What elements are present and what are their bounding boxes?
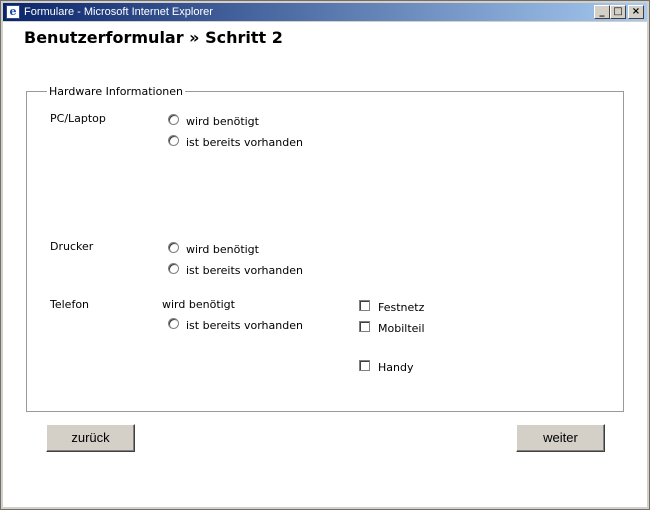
pc-existing-label[interactable]: ist bereits vorhanden (186, 136, 303, 149)
page-content: Benutzerformular » Schritt 2 Hardware In… (3, 22, 647, 507)
drucker-existing-label[interactable]: ist bereits vorhanden (186, 264, 303, 277)
telefon-needed-label: wird benötigt (162, 298, 235, 311)
festnetz-label[interactable]: Festnetz (378, 301, 424, 314)
next-button[interactable]: weiter (516, 424, 605, 452)
pc-needed-radio[interactable] (168, 114, 179, 125)
handy-checkbox[interactable] (359, 360, 370, 371)
pc-existing-radio[interactable] (168, 135, 179, 146)
telefon-label: Telefon (50, 298, 90, 311)
telefon-existing-label[interactable]: ist bereits vorhanden (186, 319, 303, 332)
mobilteil-label[interactable]: Mobilteil (378, 322, 425, 335)
drucker-label: Drucker (50, 240, 94, 253)
pc-laptop-label: PC/Laptop (50, 112, 106, 125)
fieldset-legend: Hardware Informationen (49, 85, 184, 98)
pc-needed-label[interactable]: wird benötigt (186, 115, 259, 128)
mobilteil-checkbox[interactable] (359, 321, 370, 332)
back-button[interactable]: zurück (46, 424, 135, 452)
page-title: Benutzerformular » Schritt 2 (24, 28, 283, 47)
window-title: Formulare - Microsoft Internet Explorer (24, 6, 213, 18)
minimize-button[interactable]: _ (594, 5, 610, 19)
title-bar[interactable]: e Formulare - Microsoft Internet Explore… (3, 3, 647, 21)
close-button[interactable]: × (628, 5, 644, 19)
hardware-fieldset: Hardware Informationen PC/Laptop wird be… (26, 85, 624, 412)
telefon-existing-radio[interactable] (168, 318, 179, 329)
maximize-button[interactable]: □ (610, 5, 626, 19)
ie-icon: e (6, 5, 20, 19)
drucker-needed-label[interactable]: wird benötigt (186, 243, 259, 256)
drucker-existing-radio[interactable] (168, 263, 179, 274)
browser-window: e Formulare - Microsoft Internet Explore… (0, 0, 650, 510)
drucker-needed-radio[interactable] (168, 242, 179, 253)
festnetz-checkbox[interactable] (359, 300, 370, 311)
handy-label[interactable]: Handy (378, 361, 413, 374)
